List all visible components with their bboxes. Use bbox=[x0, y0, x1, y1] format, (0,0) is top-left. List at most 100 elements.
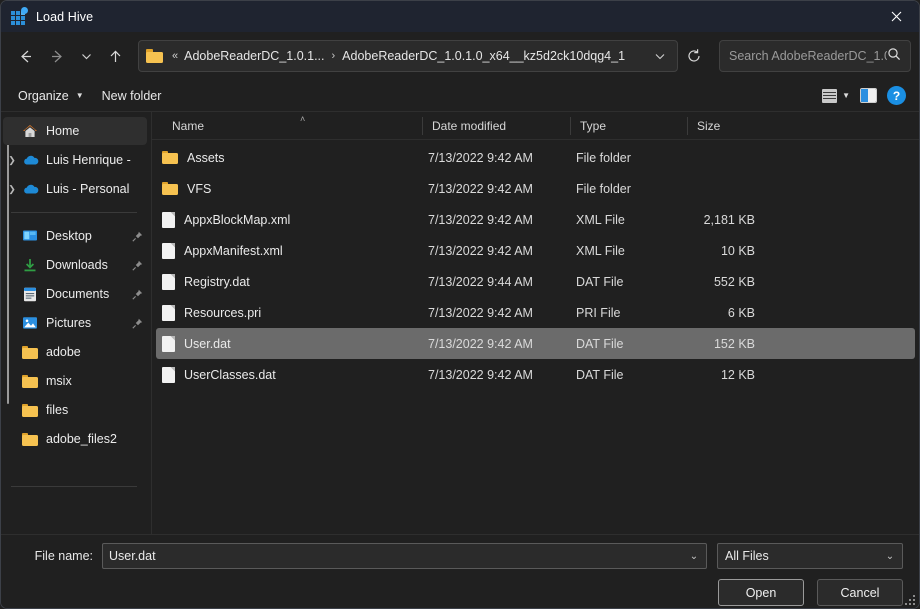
file-name-input[interactable]: User.dat ⌄ bbox=[102, 543, 707, 569]
up-arrow-icon[interactable] bbox=[99, 40, 131, 72]
chevron-right-icon[interactable]: ❯ bbox=[3, 155, 21, 166]
file-rows: Assets 7/13/2022 9:42 AM File folder VFS… bbox=[152, 140, 919, 534]
desktop-icon bbox=[21, 229, 39, 243]
dialog-footer: File name: User.dat ⌄ All Files ⌄ Open C… bbox=[1, 534, 919, 608]
downloads-icon bbox=[21, 258, 39, 273]
sidebar-item-desktop[interactable]: Desktop bbox=[3, 222, 147, 250]
pin-icon[interactable] bbox=[131, 260, 143, 271]
column-label: Date modified bbox=[432, 118, 507, 133]
file-type: DAT File bbox=[576, 274, 624, 289]
sidebar-item-msix[interactable]: msix bbox=[3, 367, 147, 395]
documents-icon bbox=[21, 287, 39, 302]
file-name: UserClasses.dat bbox=[184, 367, 276, 382]
back-arrow-icon[interactable] bbox=[9, 40, 41, 72]
file-type: XML File bbox=[576, 243, 625, 258]
sidebar-divider bbox=[11, 212, 137, 213]
table-row[interactable]: AppxManifest.xml 7/13/2022 9:42 AM XML F… bbox=[156, 235, 915, 266]
table-row[interactable]: Registry.dat 7/13/2022 9:44 AM DAT File … bbox=[156, 266, 915, 297]
sidebar-item-downloads[interactable]: Downloads bbox=[3, 251, 147, 279]
breadcrumb-item-current[interactable]: AdobeReaderDC_1.0.1.0_x64__kz5d2ck10dqg4… bbox=[340, 46, 627, 66]
breadcrumb-overflow[interactable]: « bbox=[170, 50, 182, 62]
pin-icon[interactable] bbox=[131, 289, 143, 300]
breadcrumb-separator: › bbox=[331, 50, 336, 62]
pin-icon[interactable] bbox=[131, 318, 143, 329]
sidebar-item-luis-henrique[interactable]: ❯ Luis Henrique - bbox=[3, 146, 147, 174]
sidebar-item-label: files bbox=[46, 403, 69, 417]
file-type: PRI File bbox=[576, 305, 621, 320]
search-input[interactable]: Search AdobeReaderDC_1.0... bbox=[719, 40, 911, 72]
dialog-body: Home ❯ Luis Henrique - ❯ Luis - Personal… bbox=[1, 112, 919, 534]
sidebar-item-label: Home bbox=[46, 124, 80, 138]
chevron-down-icon[interactable]: ⌄ bbox=[880, 551, 900, 562]
sort-ascending-icon: ˄ bbox=[300, 113, 306, 124]
help-button[interactable]: ? bbox=[882, 83, 911, 109]
sidebar-item-label: msix bbox=[46, 374, 72, 388]
sidebar-item-documents[interactable]: Documents bbox=[3, 280, 147, 308]
file-name-cell: AppxBlockMap.xml bbox=[162, 211, 418, 228]
document-icon bbox=[162, 335, 175, 352]
file-name-cell: Assets bbox=[162, 151, 418, 165]
onedrive-cloud-icon bbox=[21, 183, 39, 195]
file-date: 7/13/2022 9:42 AM bbox=[428, 243, 533, 258]
file-name-cell: Registry.dat bbox=[162, 273, 418, 290]
file-type: File folder bbox=[576, 150, 631, 165]
recent-locations-chevron-down-icon[interactable] bbox=[73, 40, 99, 72]
file-type: File folder bbox=[576, 181, 631, 196]
table-row-selected[interactable]: User.dat 7/13/2022 9:42 AM DAT File 152 … bbox=[156, 328, 915, 359]
address-bar[interactable]: « AdobeReaderDC_1.0.1... › AdobeReaderDC… bbox=[138, 40, 678, 72]
table-row[interactable]: Resources.pri 7/13/2022 9:42 AM PRI File… bbox=[156, 297, 915, 328]
file-name-cell: UserClasses.dat bbox=[162, 366, 418, 383]
sidebar-item-luis-personal[interactable]: ❯ Luis - Personal bbox=[3, 175, 147, 203]
view-options-button[interactable]: ▼ bbox=[817, 83, 855, 109]
folder-icon bbox=[21, 345, 39, 359]
organize-button[interactable]: Organize ▼ bbox=[9, 83, 93, 109]
sidebar-item-label: adobe bbox=[46, 345, 81, 359]
file-date: 7/13/2022 9:44 AM bbox=[428, 274, 533, 289]
document-icon bbox=[162, 211, 175, 228]
breadcrumb-item-parent[interactable]: AdobeReaderDC_1.0.1... bbox=[182, 46, 326, 66]
organize-label: Organize bbox=[18, 88, 69, 103]
sidebar-divider-bottom bbox=[11, 486, 137, 487]
column-label: Type bbox=[580, 118, 607, 133]
folder-icon bbox=[21, 432, 39, 446]
sidebar-item-home[interactable]: Home bbox=[3, 117, 147, 145]
table-row[interactable]: UserClasses.dat 7/13/2022 9:42 AM DAT Fi… bbox=[156, 359, 915, 390]
sidebar-item-label: Luis - Personal bbox=[46, 182, 130, 196]
table-row[interactable]: AppxBlockMap.xml 7/13/2022 9:42 AM XML F… bbox=[156, 204, 915, 235]
table-row[interactable]: Assets 7/13/2022 9:42 AM File folder bbox=[156, 142, 915, 173]
resize-grip[interactable] bbox=[903, 593, 915, 605]
address-chevron-down-icon[interactable] bbox=[647, 42, 673, 70]
table-row[interactable]: VFS 7/13/2022 9:42 AM File folder bbox=[156, 173, 915, 204]
sidebar-item-adobe-files2[interactable]: adobe_files2 bbox=[3, 425, 147, 453]
forward-arrow-icon[interactable] bbox=[41, 40, 73, 72]
sidebar-item-pictures[interactable]: Pictures bbox=[3, 309, 147, 337]
pin-icon[interactable] bbox=[131, 231, 143, 242]
column-header-date-modified[interactable]: Date modified bbox=[422, 112, 570, 140]
file-date: 7/13/2022 9:42 AM bbox=[428, 150, 533, 165]
load-hive-dialog: Load Hive « AdobeReaderDC_1.0.1... › Ado… bbox=[0, 0, 920, 609]
search-placeholder: Search AdobeReaderDC_1.0... bbox=[729, 49, 887, 63]
home-icon bbox=[21, 124, 39, 139]
new-folder-button[interactable]: New folder bbox=[93, 83, 171, 109]
sidebar-item-adobe[interactable]: adobe bbox=[3, 338, 147, 366]
refresh-icon[interactable] bbox=[678, 40, 710, 72]
folder-icon bbox=[162, 151, 178, 164]
column-header-type[interactable]: Type bbox=[570, 112, 687, 140]
chevron-right-icon[interactable]: ❯ bbox=[3, 184, 21, 195]
file-type-filter-select[interactable]: All Files ⌄ bbox=[717, 543, 903, 569]
file-name: Registry.dat bbox=[184, 274, 250, 289]
chevron-down-icon[interactable]: ⌄ bbox=[684, 551, 704, 562]
file-name: AppxManifest.xml bbox=[184, 243, 283, 258]
file-name: Resources.pri bbox=[184, 305, 262, 320]
column-header-size[interactable]: Size bbox=[687, 112, 769, 140]
file-date: 7/13/2022 9:42 AM bbox=[428, 181, 533, 196]
open-button[interactable]: Open bbox=[718, 579, 804, 606]
file-name-cell: VFS bbox=[162, 182, 418, 196]
column-header-name[interactable]: Name ˄ bbox=[162, 112, 422, 140]
new-folder-label: New folder bbox=[101, 88, 162, 103]
cancel-button[interactable]: Cancel bbox=[817, 579, 903, 606]
sidebar-item-files[interactable]: files bbox=[3, 396, 147, 424]
preview-pane-button[interactable] bbox=[855, 83, 882, 109]
close-icon[interactable] bbox=[873, 1, 919, 32]
file-size: 12 KB bbox=[720, 367, 755, 382]
